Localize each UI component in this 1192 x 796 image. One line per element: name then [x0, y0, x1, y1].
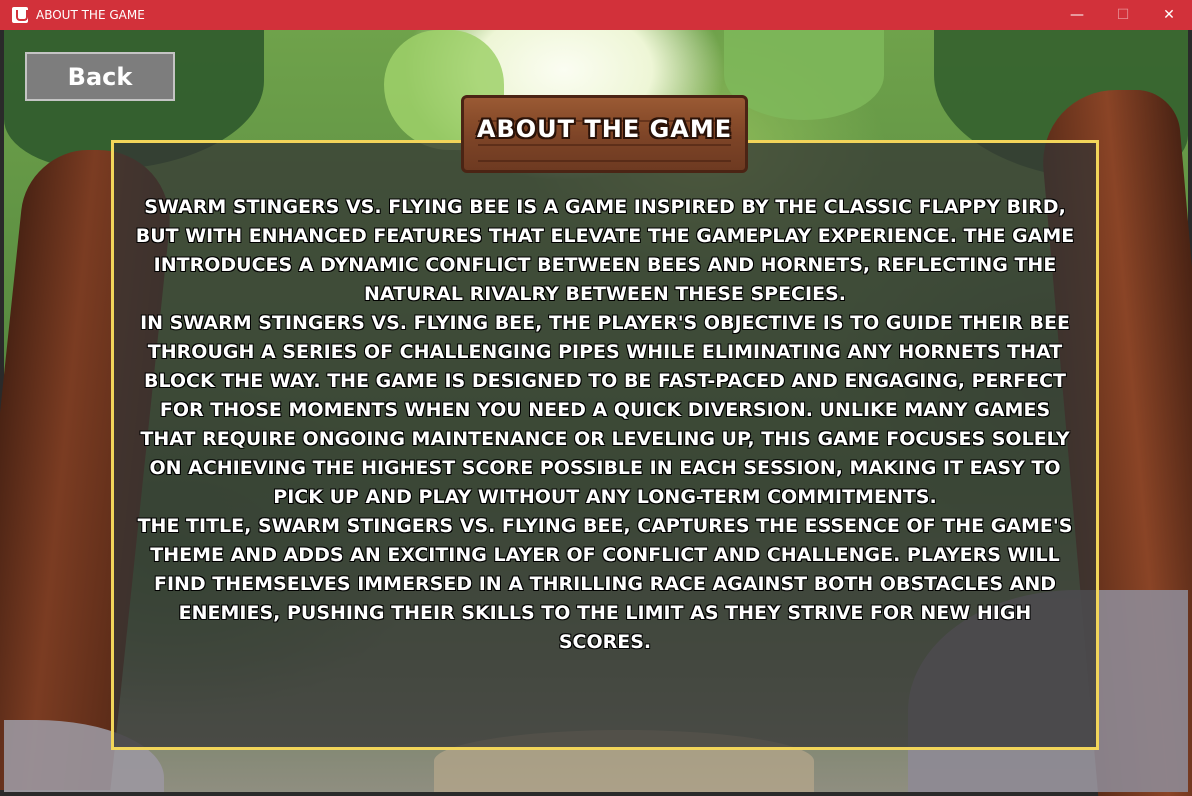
app-window: ABOUT THE GAME — ☐ ✕ Back Swarm Stingers…: [0, 0, 1192, 796]
window-title: ABOUT THE GAME: [36, 8, 145, 22]
page-title: ABOUT THE GAME: [476, 115, 733, 143]
title-sign: ABOUT THE GAME: [461, 95, 748, 173]
window-controls: — ☐ ✕: [1054, 0, 1192, 30]
minimize-button[interactable]: —: [1054, 0, 1100, 30]
wood-grain: [478, 144, 731, 146]
about-paragraph-2: In Swarm Stingers vs. Flying Bee, the pl…: [140, 312, 1070, 508]
foliage-light-right: [724, 30, 884, 120]
back-button[interactable]: Back: [25, 52, 175, 101]
about-paragraph-1: Swarm Stingers vs. Flying Bee is a game …: [135, 196, 1075, 305]
about-text: Swarm Stingers vs. Flying Bee is a game …: [134, 193, 1076, 657]
title-bar[interactable]: ABOUT THE GAME — ☐ ✕: [0, 0, 1192, 30]
about-paragraph-3: The title, Swarm Stingers vs. Flying Bee…: [137, 515, 1073, 653]
about-panel: Swarm Stingers vs. Flying Bee is a game …: [111, 140, 1099, 750]
close-button[interactable]: ✕: [1146, 0, 1192, 30]
maximize-button[interactable]: ☐: [1100, 0, 1146, 30]
java-app-icon: [12, 7, 28, 23]
wood-grain: [478, 160, 731, 162]
